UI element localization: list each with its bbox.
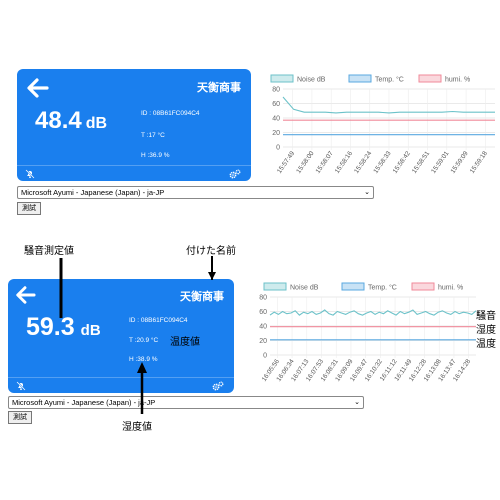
device-id: ID : 08B61FC094C4 [129,317,188,324]
sensor-chart: Noise dB Temp. °C humi. %02040608016:05:56… [259,282,477,383]
x-tick-label: 15:57:49 [276,150,296,175]
legend-swatch [348,74,372,83]
noise-unit: dB [85,115,108,132]
legend-label: Temp. °C [375,76,404,84]
y-tick-label: 0 [263,353,267,360]
voice-select-value: Microsoft Ayumi - Japanese (Japan) - ja-… [21,188,165,197]
sensor-chart: Noise dB Temp. °C humi. % 0 20 40 60 80 15:57:49… [270,74,495,175]
temperature-reading: T :20.9 °C [129,337,159,344]
humidity-reading: H :38.9 % [129,356,158,363]
noise-value: 48.4 [35,107,82,134]
y-tick-label: 80 [259,295,267,302]
x-tick-label: 15:59:01 [430,150,450,175]
device-id: ID : 08B61FC094C4 [141,110,200,117]
y-tick-label: 40 [272,116,280,123]
temperature-reading: T :17 °C [141,132,165,139]
y-tick-label: 60 [259,309,267,316]
bell-off-icon[interactable] [25,169,35,179]
legend-swatch [263,282,287,291]
side-label-humidity: 湿度 [476,325,496,336]
y-tick-label: 0 [276,145,280,152]
annotation-given-name: 付けた名前 [186,246,236,257]
test-button[interactable]: 測試 [8,411,32,424]
annotation-noise-value: 騒音測定値 [24,246,74,257]
back-arrow-icon[interactable] [25,77,49,99]
humidity-reading: H :36.9 % [141,152,170,159]
noise-value: 59.3 [26,313,75,341]
back-arrow-icon[interactable] [14,285,36,305]
noise-reading: 59.3 dB [26,313,101,342]
side-label-temperature: 温度 [476,339,496,350]
gears-icon[interactable] [229,169,241,179]
y-tick-label: 20 [272,130,280,137]
side-label-noise: 騒音 [476,311,496,322]
legend-swatch [418,74,442,83]
sensor-card: 天衡商事 48.4 dB ID : 08B61FC094C4 T :17 °C H… [17,69,251,181]
sensor-card: 天衡商事 59.3 dB ID : 08B61FC094C4 T :20.9 °C… [8,279,234,393]
legend-label: Noise dB [297,77,326,84]
gears-icon[interactable] [212,381,224,391]
legend-label: Noise dB [290,285,319,292]
legend-swatch [341,282,365,291]
x-tick-label: 15:59:18 [469,150,489,175]
voice-select-value: Microsoft Ayumi - Japanese (Japan) - ja-… [12,398,156,407]
y-tick-label: 20 [259,338,267,345]
device-name: 天衡商事 [180,290,224,303]
device-name: 天衡商事 [197,81,241,94]
annotation-temperature-value: 温度値 [170,337,200,348]
legend-label: humi. % [445,77,470,84]
x-tick-label: 15:58:07 [315,150,335,175]
y-tick-label: 40 [259,324,267,331]
legend-label: humi. % [438,285,463,292]
legend-swatch [270,74,294,83]
x-tick-label: 15:59:09 [449,150,469,175]
bell-off-icon[interactable] [16,381,26,391]
y-tick-label: 80 [272,87,280,94]
noise-reading: 48.4 dB [35,107,107,135]
noise-unit: dB [80,322,101,339]
annotation-humidity-value: 湿度値 [122,422,152,433]
y-tick-label: 60 [272,101,280,108]
series-line [269,309,477,316]
x-tick-label: 15:58:24 [353,150,373,175]
x-tick-label: 15:58:16 [334,150,354,175]
x-tick-label: 15:58:42 [392,150,412,175]
legend-swatch [411,282,435,291]
x-tick-label: 15:58:33 [372,150,392,175]
card-footer [17,165,251,181]
x-tick-label: 15:58:51 [411,150,431,175]
test-button[interactable]: 測試 [17,202,41,215]
card-footer [8,377,234,393]
x-tick-label: 15:58:00 [295,150,315,175]
legend-label: Temp. °C [368,284,397,292]
